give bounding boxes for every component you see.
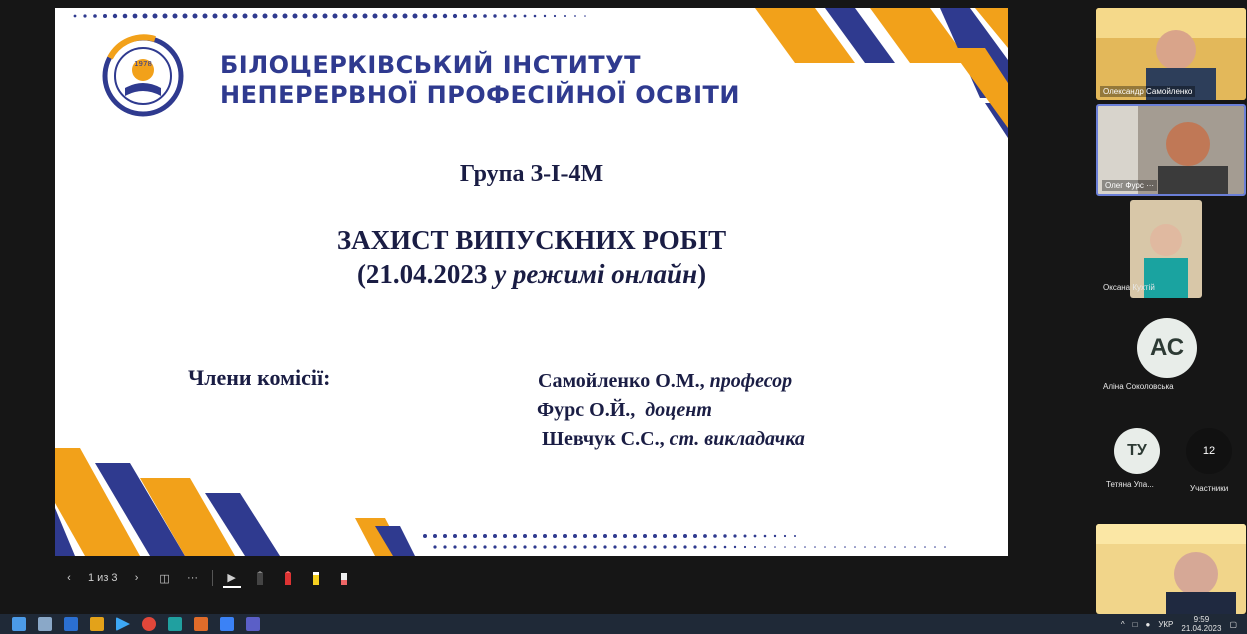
presentation-toolbar: ‹ 1 из 3 › ◫ ··· ▶ (60, 565, 353, 591)
committee-member: Шевчук С.С., ст. викладачка (542, 428, 805, 450)
media-player-icon[interactable] (116, 617, 130, 631)
svg-text:1978: 1978 (134, 60, 152, 68)
committee-member: Самойленко О.М., професор (538, 370, 793, 392)
taskbar: ^ □ ● УКР 9:59 21.04.2023 ▢ (0, 614, 1247, 634)
start-icon[interactable] (12, 617, 26, 631)
highlighter-icon[interactable] (307, 569, 325, 587)
shared-slide: 1978 БІЛОЦЕРКІВСЬКИЙ ІНСТИТУТ НЕПЕРЕРВНО… (55, 8, 1008, 556)
app-icon[interactable] (194, 617, 208, 631)
language-indicator[interactable]: УКР (1158, 620, 1173, 629)
participant-avatar[interactable]: ТУ (1114, 428, 1160, 474)
clock[interactable]: 9:59 21.04.2023 (1181, 615, 1221, 633)
participant-name: Оксана Кухтій (1103, 283, 1155, 292)
eraser-icon[interactable] (335, 569, 353, 587)
explorer-icon[interactable] (64, 617, 78, 631)
institute-name-line2: НЕПЕРЕРВНОЇ ПРОФЕСІЙНОЇ ОСВІТИ (220, 81, 740, 109)
app-icon[interactable] (168, 617, 182, 631)
microphone-icon[interactable]: ● (1145, 620, 1150, 629)
participant-video-tile[interactable]: Олег Фурс ··· (1096, 104, 1246, 196)
page-indicator: 1 из 3 (88, 572, 118, 584)
video-feed (1096, 524, 1246, 614)
meeting-stage: 1978 БІЛОЦЕРКІВСЬКИЙ ІНСТИТУТ НЕПЕРЕРВНО… (0, 0, 1247, 634)
pen-red-icon[interactable] (279, 569, 297, 587)
next-slide-button[interactable]: › (128, 569, 146, 587)
institute-name-line1: БІЛОЦЕРКІВСЬКИЙ ІНСТИТУТ (220, 51, 642, 79)
pen-black-icon[interactable] (251, 569, 269, 587)
institute-name: БІЛОЦЕРКІВСЬКИЙ ІНСТИТУТ НЕПЕРЕРВНОЇ ПРО… (220, 50, 740, 110)
participant-video-tile[interactable]: Олександр Самойленко (1096, 8, 1246, 100)
app-icon[interactable] (220, 617, 234, 631)
participant-name: Аліна Соколовська (1103, 382, 1174, 391)
chrome-icon[interactable] (142, 617, 156, 631)
institute-logo: 1978 (102, 34, 184, 117)
defense-date-line: (21.04.2023 у режимі онлайн) (356, 259, 707, 289)
toolbar-divider (211, 570, 213, 586)
committee-member: Фурс О.Й., доцент (537, 399, 712, 421)
grid-view-icon[interactable]: ◫ (156, 569, 174, 587)
more-options-button[interactable]: ··· (184, 569, 202, 587)
group-title: Група З-І-4М (459, 161, 604, 187)
participant-name: Олександр Самойленко (1100, 86, 1196, 97)
participants-count[interactable]: 12 (1186, 428, 1232, 474)
participant-name: Олег Фурс ··· (1102, 180, 1158, 191)
system-tray: ^ □ ● УКР 9:59 21.04.2023 ▢ (1121, 614, 1237, 634)
prev-slide-button[interactable]: ‹ (60, 569, 78, 587)
participant-name: Тетяна Упа... (1106, 480, 1154, 489)
teams-icon[interactable] (246, 617, 260, 631)
drive-icon[interactable] (90, 617, 104, 631)
self-video-tile[interactable] (1096, 524, 1246, 614)
chevron-up-icon[interactable]: ^ (1121, 620, 1125, 629)
defense-title: ЗАХИСТ ВИПУСКНИХ РОБІТ (336, 225, 727, 255)
notifications-icon[interactable]: ▢ (1229, 620, 1237, 629)
pointer-icon[interactable]: ▶ (222, 568, 241, 588)
participant-avatar[interactable]: АС (1137, 318, 1197, 378)
network-icon[interactable]: □ (1133, 620, 1138, 629)
participants-button-label[interactable]: Участники (1190, 484, 1228, 493)
desktop-icon[interactable] (38, 617, 52, 631)
defense-heading: ЗАХИСТ ВИПУСКНИХ РОБІТ (21.04.2023 у реж… (55, 223, 1008, 291)
committee-label: Члени комісії: (188, 365, 331, 390)
